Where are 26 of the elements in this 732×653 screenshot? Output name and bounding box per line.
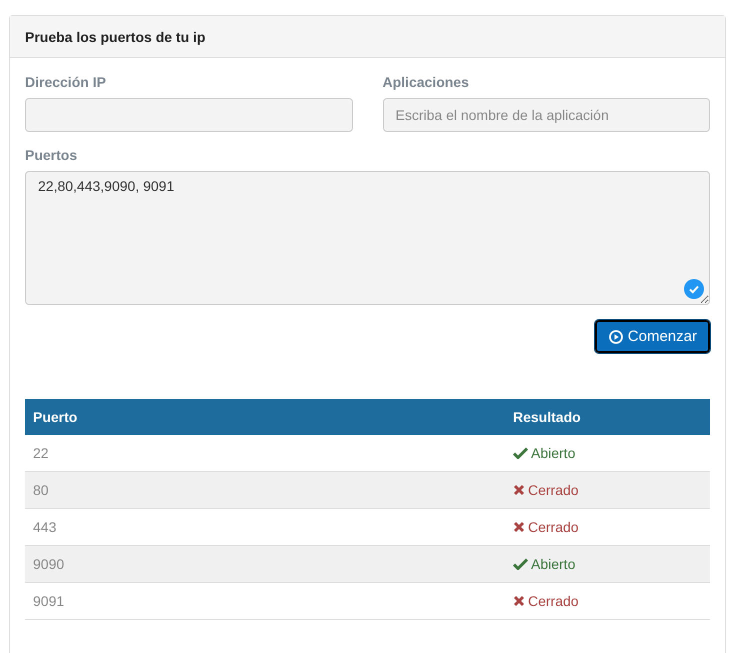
field-label: Dirección IP [25, 74, 107, 90]
table-cell: 80 [25, 472, 505, 508]
panel-title: Prueba los puertos de tu ip [25, 28, 206, 44]
play-icon [608, 330, 623, 344]
start-button[interactable]: Comenzar [594, 320, 710, 353]
status-label: Cerrado [528, 518, 579, 534]
status-label: Abierto [531, 444, 576, 460]
check-icon [513, 446, 528, 458]
status-label: Cerrado [528, 482, 579, 498]
table-cell: 22 [25, 435, 505, 472]
field-label: Puertos [25, 147, 78, 163]
ip-field[interactable] [25, 98, 352, 132]
field-label: Aplicaciones [382, 74, 470, 90]
table-cell: 9090 [25, 546, 505, 582]
table-cell: 9091 [25, 582, 505, 620]
application-field[interactable]: Escriba el nombre de la aplicación [382, 98, 710, 132]
column-header: Resultado [505, 399, 710, 435]
status-label: Abierto [531, 556, 576, 572]
check-icon [513, 558, 528, 570]
cross-icon [513, 594, 525, 606]
table-cell: 443 [25, 508, 505, 546]
column-header: Puerto [25, 399, 505, 435]
cross-icon [513, 484, 525, 496]
cross-icon [513, 520, 525, 532]
status-label: Cerrado [528, 592, 579, 608]
ports-field[interactable]: 22,80,443,9090, 9091 [25, 171, 710, 305]
